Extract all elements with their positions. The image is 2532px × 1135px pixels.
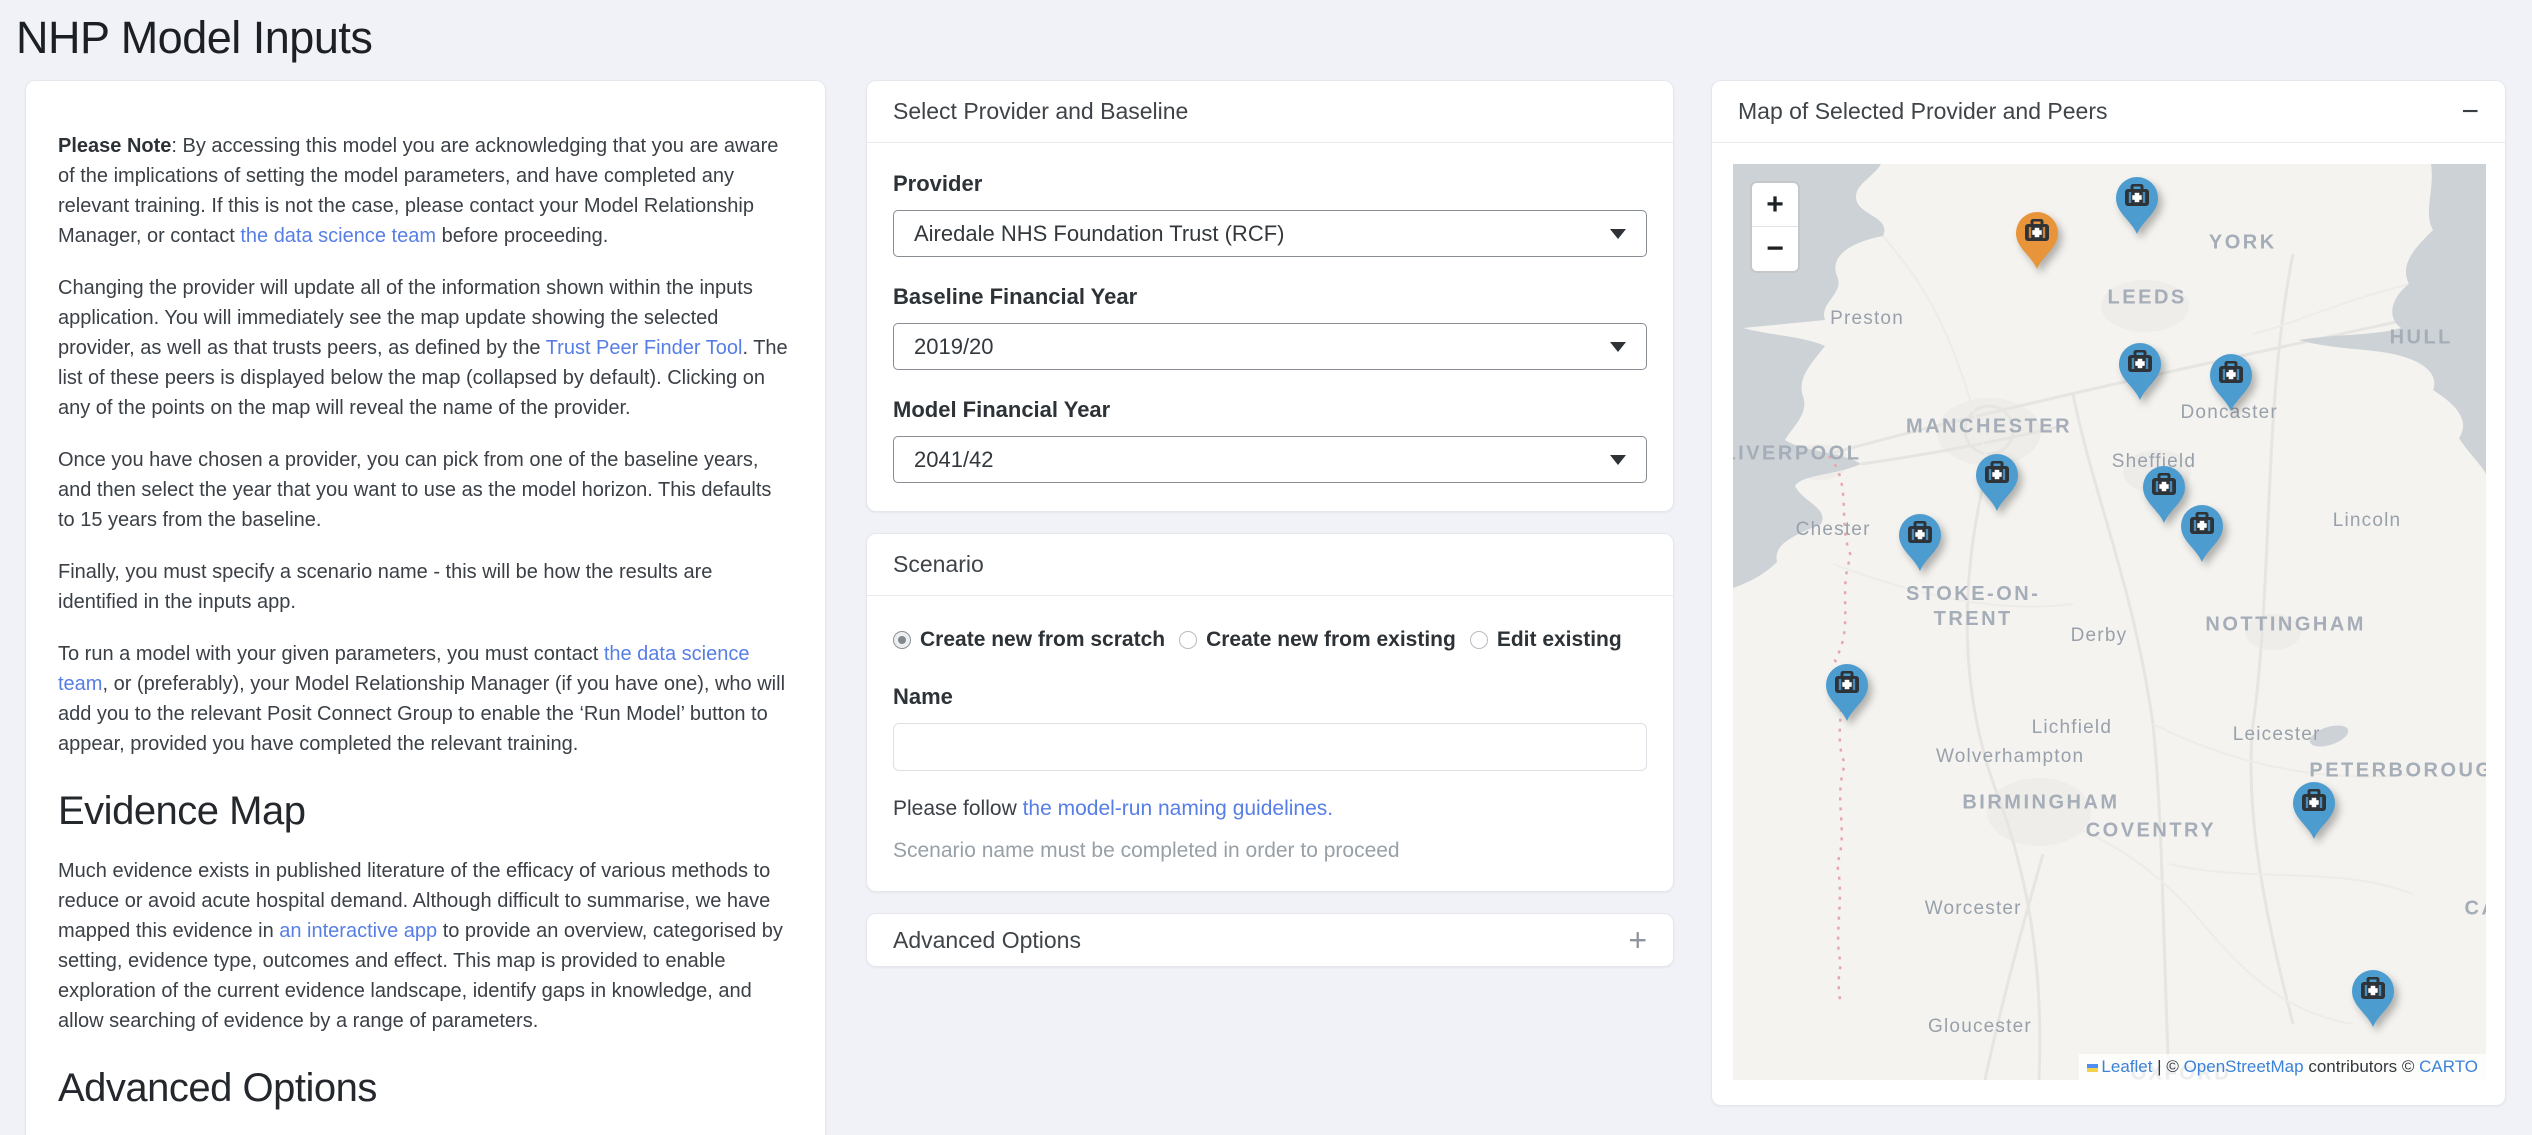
scenario-type-radios: Create new from scratch Create new from e… (893, 628, 1647, 652)
peer-marker[interactable] (2180, 504, 2224, 562)
intro-paragraph-3: Once you have chosen a provider, you can… (58, 445, 793, 535)
peer-marker[interactable] (2292, 781, 2336, 839)
intro-paragraph-5: To run a model with your given parameter… (58, 639, 793, 759)
radio-icon[interactable] (893, 631, 911, 649)
advanced-options-card: Advanced Options + (866, 913, 1674, 967)
scenario-type-option-label: Create new from scratch (920, 628, 1165, 652)
peer-marker[interactable] (1898, 513, 1942, 571)
naming-guidelines-note: Please follow the model-run naming guide… (893, 797, 1647, 821)
radio-icon[interactable] (1179, 631, 1197, 649)
scenario-card-title: Scenario (893, 551, 984, 578)
intro-paragraph-1: Please Note: By accessing this model you… (58, 131, 793, 251)
peer-marker[interactable] (2209, 353, 2253, 411)
intro-panel: Please Note: By accessing this model you… (25, 80, 826, 1135)
peer-marker[interactable] (1825, 663, 1869, 721)
scenario-type-option[interactable]: Edit existing (1470, 628, 1622, 652)
provider-label: Provider (893, 171, 1647, 197)
controls-column: Select Provider and Baseline Provider Ai… (866, 80, 1674, 988)
provider-select-value: Airedale NHS Foundation Trust (RCF) (914, 221, 1284, 247)
scenario-name-input[interactable] (893, 723, 1647, 771)
map-basemap (1733, 164, 2486, 1080)
advanced-options-title: Advanced Options (893, 927, 1081, 954)
collapse-minus-icon[interactable]: − (2461, 97, 2479, 127)
model-year-label: Model Financial Year (893, 397, 1647, 423)
baseline-year-select[interactable]: 2019/20 (893, 323, 1647, 370)
ukraine-flag-icon (2087, 1064, 2098, 1072)
main-layout: Please Note: By accessing this model you… (0, 80, 2532, 1135)
provider-card-header: Select Provider and Baseline (867, 81, 1673, 143)
provider-baseline-card: Select Provider and Baseline Provider Ai… (866, 80, 1674, 512)
provider-card-title: Select Provider and Baseline (893, 98, 1188, 125)
peer-marker[interactable] (2115, 176, 2159, 234)
evidence-map-paragraph: Much evidence exists in published litera… (58, 856, 793, 1036)
please-note-label: Please Note (58, 135, 171, 157)
chevron-down-icon (1610, 342, 1626, 352)
scenario-type-option[interactable]: Create new from scratch (893, 628, 1165, 652)
page-title: NHP Model Inputs (16, 12, 2532, 64)
map-attribution: Leaflet | © OpenStreetMap contributors ©… (2079, 1054, 2486, 1080)
chevron-down-icon (1610, 455, 1626, 465)
interactive-app-link[interactable]: an interactive app (279, 920, 437, 942)
intro-paragraph-2: Changing the provider will update all of… (58, 273, 793, 423)
data-science-team-link[interactable]: the data science team (240, 225, 436, 247)
peer-marker[interactable] (2351, 969, 2395, 1027)
baseline-year-value: 2019/20 (914, 334, 994, 360)
scenario-type-option-label: Create new from existing (1206, 628, 1456, 652)
zoom-in-button[interactable]: + (1752, 183, 1798, 227)
scenario-card: Scenario Create new from scratchCreate n… (866, 533, 1674, 892)
leaflet-map[interactable]: + − Leaflet | © OpenStreetMap contributo… (1733, 164, 2486, 1080)
map-card-title: Map of Selected Provider and Peers (1738, 98, 2107, 125)
trust-peer-finder-link[interactable]: Trust Peer Finder Tool (546, 337, 743, 359)
chevron-down-icon (1610, 229, 1626, 239)
expand-plus-icon[interactable]: + (1628, 924, 1647, 956)
map-zoom-control: + − (1750, 181, 1800, 273)
model-year-value: 2041/42 (914, 447, 994, 473)
naming-guidelines-link[interactable]: the model-run naming guidelines. (1023, 797, 1334, 820)
scenario-name-warning: Scenario name must be completed in order… (893, 839, 1647, 863)
advanced-options-header[interactable]: Advanced Options + (867, 914, 1673, 966)
provider-select[interactable]: Airedale NHS Foundation Trust (RCF) (893, 210, 1647, 257)
scenario-type-option-label: Edit existing (1497, 628, 1622, 652)
baseline-year-label: Baseline Financial Year (893, 284, 1647, 310)
scenario-card-header: Scenario (867, 534, 1673, 596)
evidence-map-heading: Evidence Map (58, 789, 793, 834)
zoom-out-button[interactable]: − (1752, 227, 1798, 271)
openstreetmap-link[interactable]: OpenStreetMap (2184, 1057, 2304, 1076)
peer-marker[interactable] (1975, 453, 2019, 511)
scenario-type-option[interactable]: Create new from existing (1179, 628, 1456, 652)
intro-paragraph-4: Finally, you must specify a scenario nam… (58, 557, 793, 617)
scenario-name-label: Name (893, 684, 1647, 710)
peer-marker[interactable] (2142, 465, 2186, 523)
leaflet-link[interactable]: Leaflet (2101, 1057, 2152, 1076)
map-panel: Map of Selected Provider and Peers − (1711, 80, 2506, 1106)
model-year-select[interactable]: 2041/42 (893, 436, 1647, 483)
map-card-header: Map of Selected Provider and Peers − (1712, 81, 2505, 143)
advanced-options-heading: Advanced Options (58, 1066, 793, 1111)
carto-link[interactable]: CARTO (2419, 1057, 2478, 1076)
radio-icon[interactable] (1470, 631, 1488, 649)
peer-marker[interactable] (2118, 342, 2162, 400)
selected-provider-marker[interactable] (2015, 211, 2059, 269)
